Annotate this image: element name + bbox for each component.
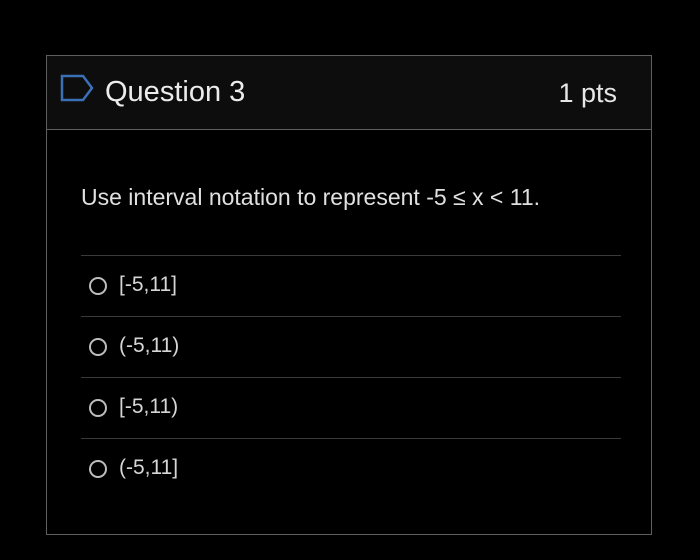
answer-label: [-5,11) (119, 395, 179, 418)
question-points: 1 pts (558, 78, 617, 108)
radio-button[interactable] (89, 277, 107, 295)
radio-button[interactable] (89, 460, 107, 478)
answer-option-3[interactable]: [-5,11) (81, 378, 621, 439)
radio-button[interactable] (89, 338, 107, 356)
answer-label: (-5,11] (119, 456, 179, 479)
question-title: Question 3 (105, 76, 246, 108)
question-card: Question 3 1 pts Use interval notation t… (46, 55, 652, 535)
radio-button[interactable] (89, 399, 107, 417)
answer-label: [-5,11] (119, 273, 177, 296)
flag-icon[interactable] (59, 73, 95, 103)
answer-label: (-5,11) (119, 334, 180, 357)
question-header: Question 3 1 pts (47, 56, 651, 130)
answer-option-4[interactable]: (-5,11] (81, 439, 621, 500)
answer-option-2[interactable]: (-5,11) (81, 317, 621, 378)
answer-list: [-5,11] (-5,11) [-5,11) (-5,11] (81, 255, 621, 500)
answer-option-1[interactable]: [-5,11] (81, 256, 621, 317)
question-prompt: Use interval notation to represent -5 ≤ … (81, 184, 541, 210)
